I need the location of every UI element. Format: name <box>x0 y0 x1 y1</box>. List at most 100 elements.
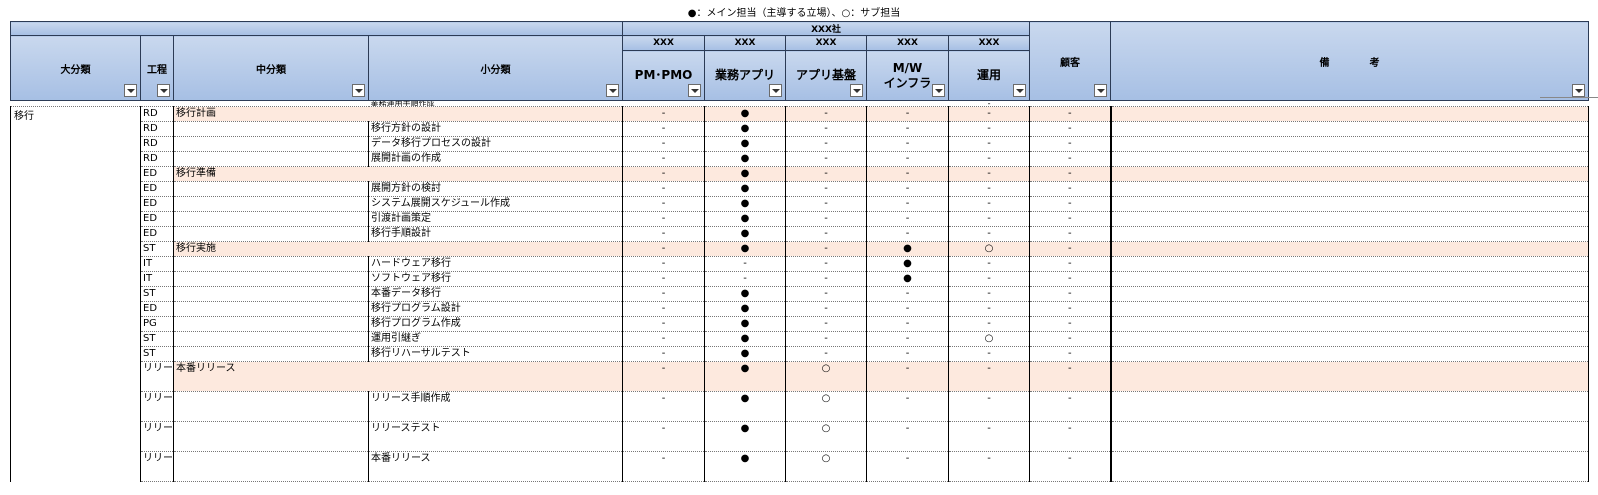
process-cell[interactable]: リリース <box>140 391 174 422</box>
table-row[interactable]: PG 移行プログラム作成 - ● - - - - <box>11 316 1590 332</box>
role-mark-cell[interactable]: - <box>948 421 1031 452</box>
role-mark-cell[interactable]: - <box>866 226 949 242</box>
notes-cell[interactable] <box>1110 316 1590 332</box>
role-mark-cell[interactable]: - <box>948 361 1031 392</box>
notes-cell[interactable] <box>1110 391 1590 422</box>
role-mark-cell[interactable]: - <box>1029 391 1112 422</box>
table-row[interactable]: RD 展開計画の作成 - ● - - - - <box>11 151 1590 167</box>
middle-category-cell[interactable] <box>173 136 369 152</box>
role-mark-cell[interactable]: - <box>622 196 705 212</box>
role-mark-cell[interactable]: - <box>1029 301 1112 317</box>
table-row[interactable]: ST 運用引継ぎ - ● - - ○ - <box>11 331 1590 347</box>
filter-dropdown-icon[interactable] <box>124 84 137 97</box>
role-mark-cell[interactable]: - <box>622 136 705 152</box>
role-mark-cell[interactable]: - <box>1029 106 1112 122</box>
role-mark-cell[interactable]: - <box>948 166 1031 182</box>
table-row[interactable]: ED 移行プログラム設計 - ● - - - - <box>11 301 1590 317</box>
role-mark-cell[interactable]: - <box>866 121 949 137</box>
table-row[interactable]: リリース本番リリース-●○--- <box>11 361 1590 392</box>
role-mark-cell[interactable]: - <box>1029 286 1112 302</box>
header-process[interactable]: 工程 <box>140 35 174 101</box>
role-mark-cell[interactable]: ● <box>704 391 786 422</box>
middle-category-cell[interactable] <box>173 181 369 197</box>
role-mark-cell[interactable]: - <box>948 391 1031 422</box>
minor-category-cell[interactable]: ハードウェア移行 <box>368 256 623 272</box>
role-mark-cell[interactable]: ○ <box>785 421 867 452</box>
role-mark-cell[interactable]: - <box>1029 256 1112 272</box>
role-mark-cell[interactable]: ● <box>866 271 949 287</box>
role-mark-cell[interactable]: - <box>1029 331 1112 347</box>
role-mark-cell[interactable]: ● <box>866 256 949 272</box>
role-mark-cell[interactable]: - <box>622 121 705 137</box>
role-mark-cell[interactable]: - <box>1029 346 1112 362</box>
role-mark-cell[interactable]: - <box>622 286 705 302</box>
role-mark-cell[interactable]: ○ <box>785 361 867 392</box>
role-mark-cell[interactable]: - <box>866 151 949 167</box>
role-mark-cell[interactable]: - <box>866 361 949 392</box>
process-cell[interactable]: リリース <box>140 361 174 392</box>
filter-dropdown-icon[interactable] <box>688 84 701 97</box>
role-mark-cell[interactable]: - <box>785 121 867 137</box>
middle-category-cell[interactable] <box>173 301 369 317</box>
role-mark-cell[interactable]: ● <box>704 196 786 212</box>
table-row[interactable]: ED 引渡計画策定 - ● - - - - <box>11 211 1590 227</box>
role-mark-cell[interactable]: ● <box>704 316 786 332</box>
process-cell[interactable]: ED <box>140 226 174 242</box>
header-role-business-app[interactable]: 業務アプリ <box>704 50 786 101</box>
role-mark-cell[interactable]: - <box>948 121 1031 137</box>
role-mark-cell[interactable]: - <box>622 181 705 197</box>
role-mark-cell[interactable]: - <box>622 271 705 287</box>
table-row[interactable]: リリース本番リリース-●○--- <box>11 451 1590 482</box>
role-mark-cell[interactable]: ● <box>704 106 786 122</box>
header-role-operations[interactable]: 運用 <box>947 50 1031 101</box>
role-mark-cell[interactable]: ● <box>704 421 786 452</box>
notes-cell[interactable] <box>1110 151 1590 167</box>
process-cell[interactable]: ED <box>140 166 174 182</box>
minor-category-cell[interactable] <box>368 106 623 122</box>
role-mark-cell[interactable]: - <box>704 256 786 272</box>
table-row[interactable]: ST 本番データ移行 - ● - - - - <box>11 286 1590 302</box>
role-mark-cell[interactable]: - <box>948 301 1031 317</box>
role-mark-cell[interactable]: - <box>622 211 705 227</box>
header-role-mw-infra[interactable]: M/W インフラ <box>866 50 949 101</box>
notes-cell[interactable] <box>1110 286 1590 302</box>
process-cell[interactable]: RD <box>140 136 174 152</box>
role-mark-cell[interactable]: - <box>866 106 949 122</box>
role-mark-cell[interactable]: - <box>622 241 705 257</box>
role-mark-cell[interactable]: ○ <box>785 451 867 482</box>
role-mark-cell[interactable]: ● <box>704 211 786 227</box>
process-cell[interactable]: ED <box>140 181 174 197</box>
notes-cell[interactable] <box>1110 181 1590 197</box>
role-mark-cell[interactable]: - <box>704 271 786 287</box>
middle-category-cell[interactable]: 移行実施 <box>173 241 369 257</box>
header-role-pm-pmo[interactable]: PM･PMO <box>622 50 705 101</box>
role-mark-cell[interactable]: - <box>948 181 1031 197</box>
notes-cell[interactable] <box>1110 301 1590 317</box>
role-mark-cell[interactable]: ● <box>704 346 786 362</box>
notes-cell[interactable] <box>1110 346 1590 362</box>
middle-category-cell[interactable] <box>173 271 369 287</box>
notes-cell[interactable] <box>1110 421 1590 452</box>
table-row[interactable]: ST 移行リハーサルテスト - ● - - - - <box>11 346 1590 362</box>
role-mark-cell[interactable]: ● <box>704 301 786 317</box>
middle-category-cell[interactable] <box>173 151 369 167</box>
role-mark-cell[interactable]: - <box>1029 421 1112 452</box>
role-mark-cell[interactable]: - <box>785 346 867 362</box>
role-mark-cell[interactable]: - <box>1029 211 1112 227</box>
role-mark-cell[interactable]: - <box>622 151 705 167</box>
process-cell[interactable]: リリース <box>140 421 174 452</box>
table-row[interactable]: IT ハードウェア移行 - - - ● - - <box>11 256 1590 272</box>
header-notes[interactable]: 備 考 <box>1110 21 1590 101</box>
role-mark-cell[interactable]: - <box>785 316 867 332</box>
role-mark-cell[interactable]: - <box>1029 226 1112 242</box>
role-mark-cell[interactable]: - <box>948 316 1031 332</box>
minor-category-cell[interactable]: データ移行プロセスの設計 <box>368 136 623 152</box>
filter-dropdown-icon[interactable] <box>932 84 945 97</box>
role-mark-cell[interactable]: - <box>948 346 1031 362</box>
role-mark-cell[interactable]: - <box>622 166 705 182</box>
role-mark-cell[interactable]: - <box>622 451 705 482</box>
role-mark-cell[interactable]: - <box>948 451 1031 482</box>
table-row[interactable]: ED システム展開スケジュール作成 - ● - - - - <box>11 196 1590 212</box>
role-mark-cell[interactable]: ● <box>866 241 949 257</box>
middle-category-cell[interactable] <box>173 346 369 362</box>
